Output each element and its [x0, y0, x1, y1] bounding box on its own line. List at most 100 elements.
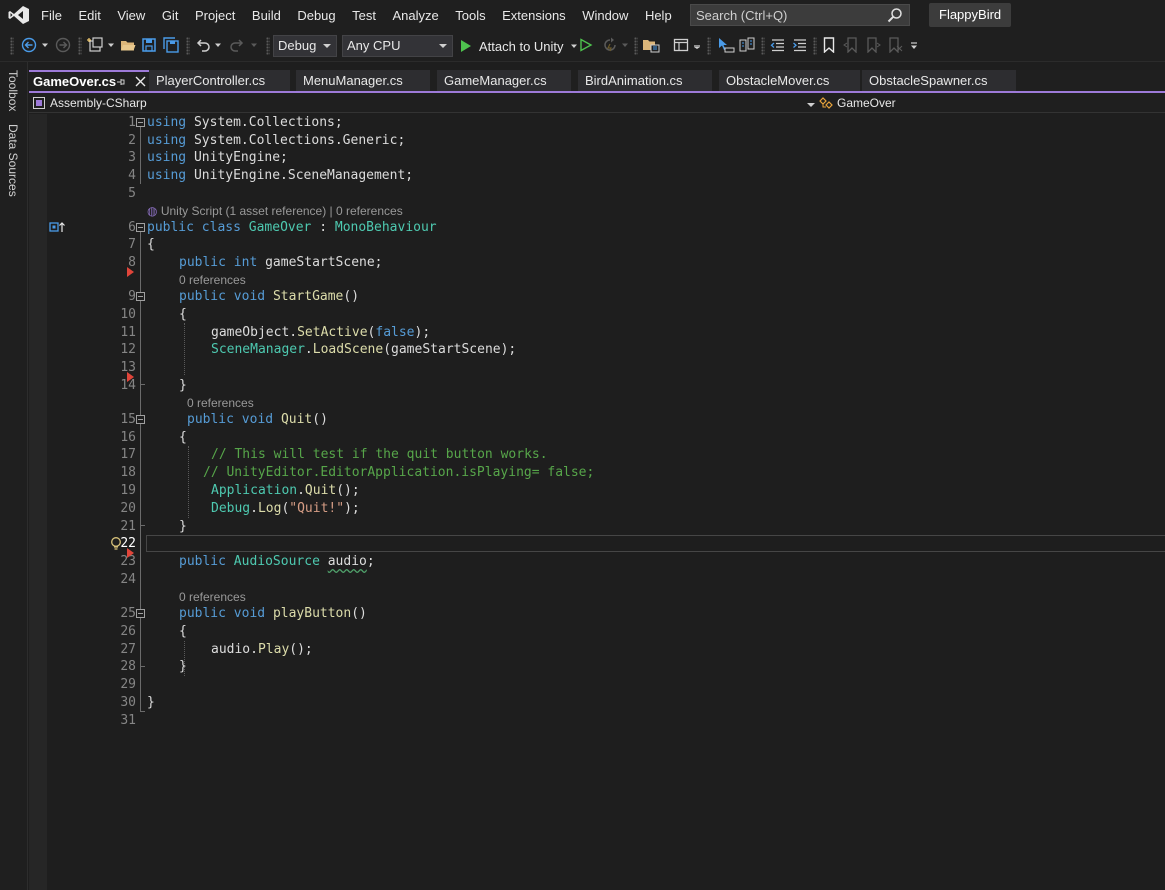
window-layout-dropdown[interactable] [692, 36, 702, 54]
next-bookmark-button[interactable] [865, 36, 881, 54]
codelens-quit[interactable]: 0 references [187, 396, 254, 410]
redo-dropdown[interactable] [249, 36, 259, 54]
menu-project[interactable]: Project [195, 8, 235, 23]
toolbar-grip-8[interactable] [813, 37, 817, 55]
line-number: 4 [128, 168, 136, 183]
new-project-button[interactable] [86, 36, 106, 54]
vs-logo-icon[interactable] [8, 5, 30, 25]
class-inherit-icon[interactable] [49, 221, 67, 233]
search-input[interactable] [691, 5, 886, 25]
solution-explorer-button[interactable] [641, 36, 661, 54]
start-without-debugging-button[interactable] [577, 36, 595, 54]
toolbar-grip-6[interactable] [707, 37, 711, 55]
fold-line [140, 127, 141, 184]
code-keyword: public [179, 554, 226, 569]
tab-obstaclemover[interactable]: ObstacleMover.cs [719, 70, 860, 91]
platform-select[interactable]: Any CPU [342, 35, 453, 57]
collapse-toggle[interactable] [136, 118, 145, 127]
tab-gamemanager[interactable]: GameManager.cs [437, 70, 571, 91]
line-number: 1 [128, 115, 136, 130]
menu-file[interactable]: File [41, 8, 62, 23]
code-keyword: class [201, 220, 241, 235]
code-editor[interactable]: 1 2 3 4 5 6 7 8 9 10 11 12 13 14 15 16 1… [29, 114, 1165, 890]
codelens-playbutton[interactable]: 0 references [179, 590, 246, 604]
menu-analyze[interactable]: Analyze [392, 8, 438, 23]
menu-window[interactable]: Window [582, 8, 628, 23]
new-project-dropdown[interactable] [106, 36, 116, 54]
search-icon[interactable] [887, 7, 903, 23]
attach-to-unity-button[interactable]: Attach to Unity [460, 36, 578, 56]
menu-test[interactable]: Test [352, 8, 376, 23]
menu-git[interactable]: Git [162, 8, 179, 23]
menu-extensions[interactable]: Extensions [502, 8, 566, 23]
hot-reload-dropdown[interactable] [620, 36, 630, 54]
outdent-button[interactable] [769, 36, 787, 54]
tab-birdanimation[interactable]: BirdAnimation.cs [578, 70, 712, 91]
undo-button[interactable] [194, 36, 212, 54]
tab-obstaclespawner[interactable]: ObstacleSpawner.cs [862, 70, 1016, 91]
forward-button[interactable] [53, 36, 73, 54]
line-number: 16 [120, 430, 136, 445]
pin-icon[interactable] [116, 77, 126, 87]
collapse-toggle[interactable] [136, 223, 145, 232]
breakpoint-marker[interactable] [127, 372, 134, 382]
project-dropdown[interactable]: Assembly-CSharp [33, 95, 815, 111]
line-number: 31 [120, 713, 136, 728]
codelens-class[interactable]: ◍ Unity Script (1 asset reference) | 0 r… [147, 204, 403, 218]
data-sources-tab[interactable]: Data Sources [6, 124, 20, 197]
code-line-20: Debug.Log("Quit!"); [211, 500, 360, 517]
current-line-highlight [146, 535, 1165, 552]
live-property-button[interactable] [738, 36, 756, 54]
code-keyword: public [179, 289, 226, 304]
tab-gameover[interactable]: GameOver.cs [29, 70, 149, 91]
solution-name-badge[interactable]: FlappyBird [929, 3, 1012, 27]
redo-button[interactable] [228, 36, 246, 54]
code-line-4: using UnityEngine.SceneManagement; [147, 167, 413, 184]
toolbar-overflow-button[interactable] [908, 36, 920, 54]
tab-menumanager[interactable]: MenuManager.cs [296, 70, 430, 91]
lightbulb-icon[interactable] [110, 536, 122, 551]
menu-debug[interactable]: Debug [297, 8, 335, 23]
codelens-startgame[interactable]: 0 references [179, 273, 246, 287]
undo-dropdown[interactable] [213, 36, 223, 54]
clear-bookmarks-button[interactable] [887, 36, 903, 54]
collapse-toggle[interactable] [136, 292, 145, 301]
code-line-17: // This will test if the quit button wor… [211, 447, 548, 462]
save-all-button[interactable] [162, 36, 180, 54]
breakpoint-marker[interactable] [127, 267, 134, 277]
back-button[interactable] [19, 36, 39, 54]
collapse-toggle[interactable] [136, 415, 145, 424]
toolbar-grip-7[interactable] [761, 37, 765, 55]
code-identifier-warning[interactable]: audio [328, 554, 367, 569]
menu-view[interactable]: View [117, 8, 145, 23]
hot-reload-button[interactable] [600, 36, 620, 54]
toolbar-grip-3[interactable] [186, 37, 190, 55]
close-icon[interactable] [135, 76, 146, 87]
breakpoint-marker[interactable] [127, 548, 134, 558]
menu-tools[interactable]: Tools [455, 8, 485, 23]
menu-edit[interactable]: Edit [78, 8, 100, 23]
tab-playercontroller[interactable]: PlayerController.cs [149, 70, 290, 91]
toolbar-grip[interactable] [10, 37, 14, 55]
previous-bookmark-button[interactable] [843, 36, 859, 54]
code-namespace: System.Collections.Generic; [186, 133, 406, 148]
toolbox-tab[interactable]: Toolbox [6, 70, 20, 111]
toolbar-grip-5[interactable] [634, 37, 638, 55]
toolbar-grip-4[interactable] [266, 37, 270, 55]
code-line-1: using System.Collections; [147, 114, 343, 131]
back-dropdown[interactable] [40, 36, 50, 54]
window-layout-button[interactable] [671, 36, 691, 54]
menu-build[interactable]: Build [252, 8, 281, 23]
indent-button[interactable] [791, 36, 809, 54]
save-button[interactable] [140, 36, 158, 54]
open-folder-button[interactable] [119, 36, 137, 54]
menu-help[interactable]: Help [645, 8, 672, 23]
select-element-button[interactable] [716, 36, 736, 54]
solution-explorer-icon [643, 40, 660, 53]
code-line-26: { [179, 624, 187, 639]
toggle-bookmark-button[interactable] [821, 36, 837, 54]
search-box[interactable] [690, 4, 910, 26]
toolbar-grip-2[interactable] [78, 37, 82, 55]
configuration-select[interactable]: Debug [273, 35, 337, 57]
collapse-toggle[interactable] [136, 609, 145, 618]
